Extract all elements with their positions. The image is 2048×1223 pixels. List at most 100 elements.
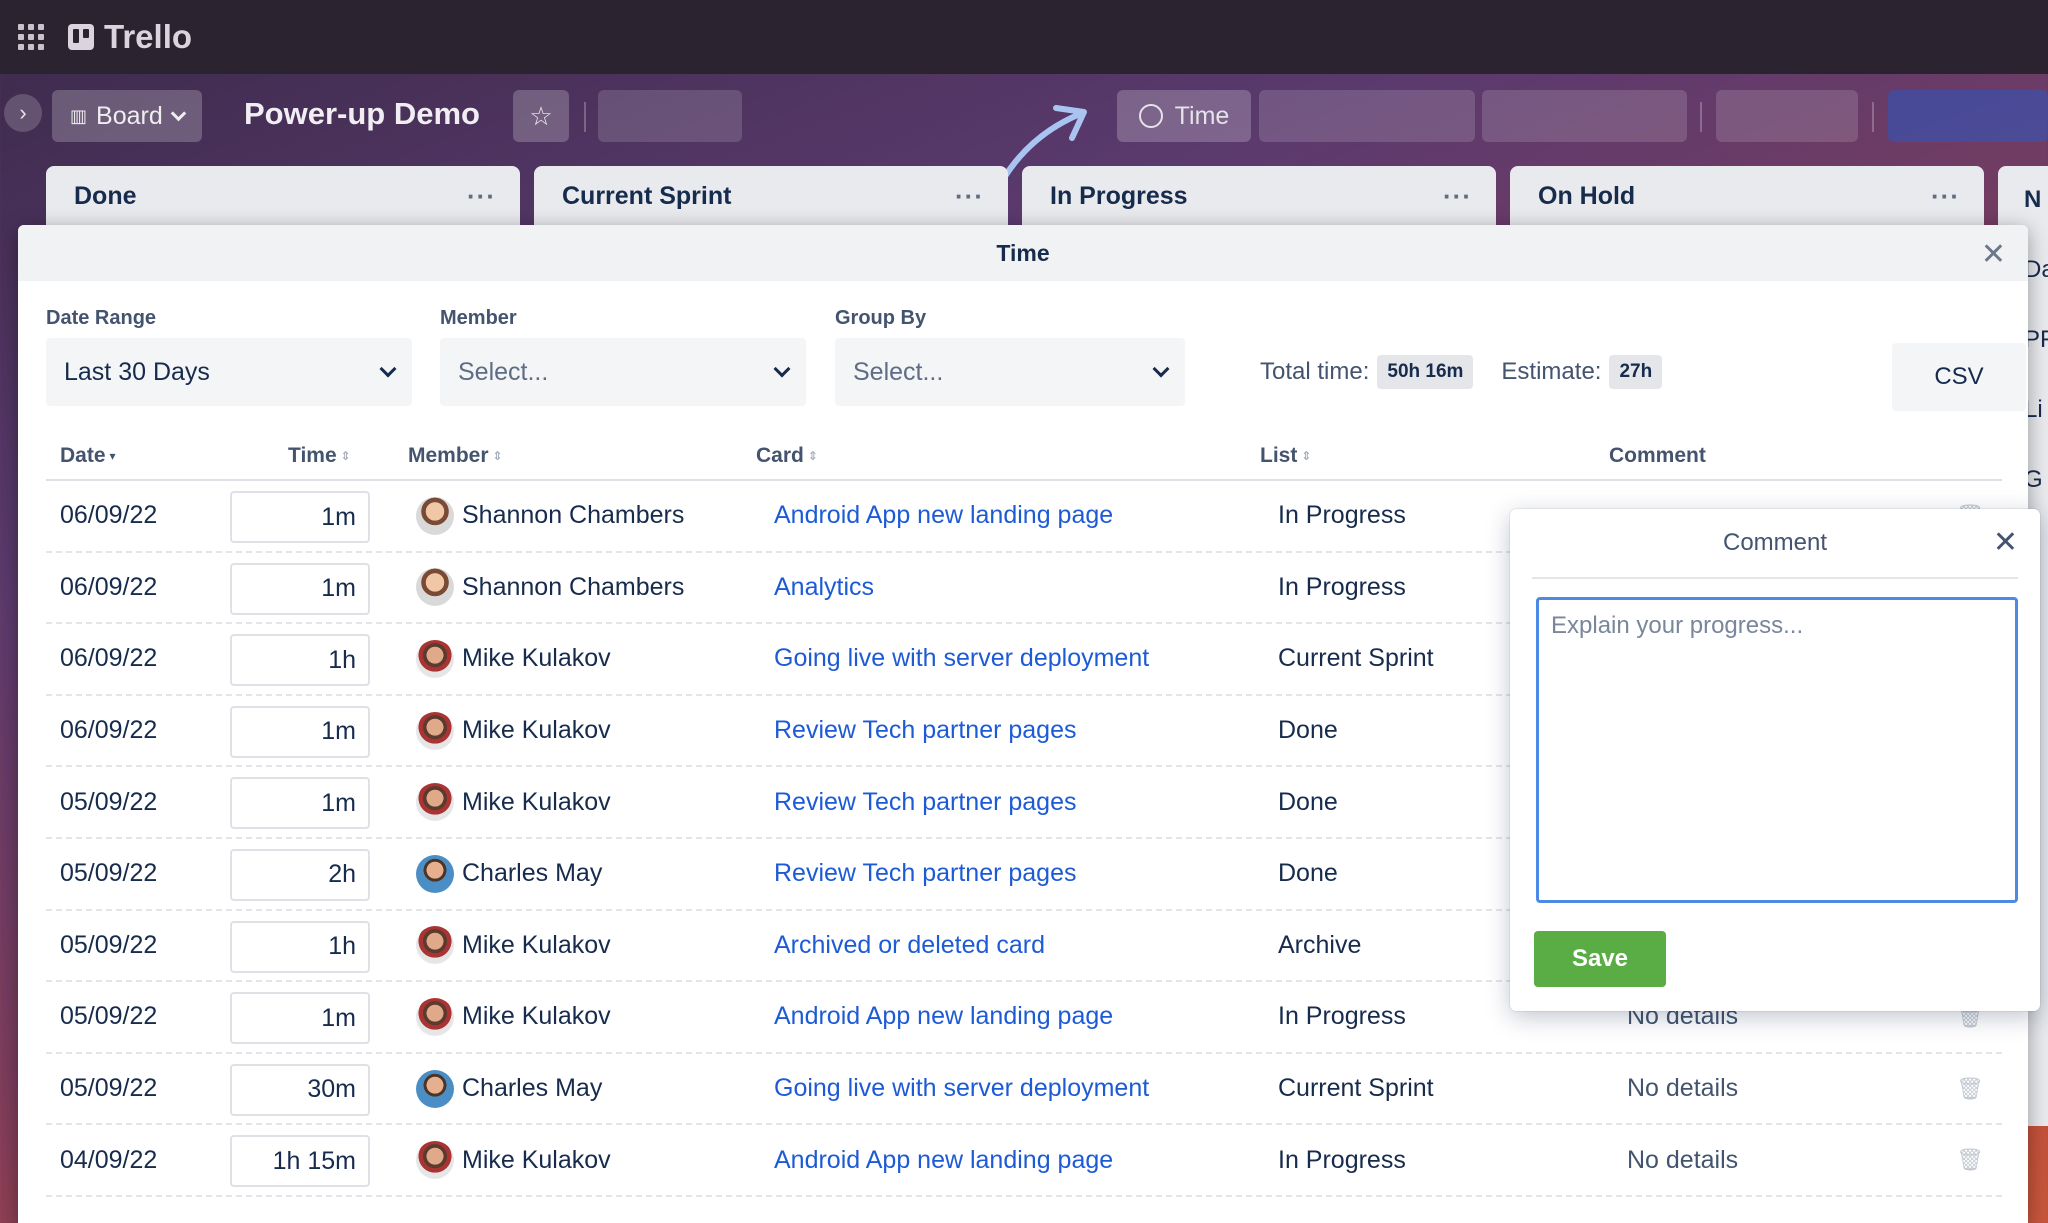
list-cell: Done bbox=[1278, 859, 1338, 888]
list-cell: Done bbox=[1278, 716, 1338, 745]
trello-logo-icon bbox=[68, 24, 94, 50]
avatar bbox=[416, 568, 454, 607]
header-button-placeholder[interactable] bbox=[1888, 90, 2048, 142]
card-link[interactable]: Review Tech partner pages bbox=[774, 839, 1077, 909]
column-card[interactable]: Card ⇕ bbox=[756, 444, 818, 468]
avatar bbox=[416, 711, 454, 750]
card-link[interactable]: Going live with server deployment bbox=[774, 1054, 1149, 1124]
time-input[interactable]: 1m bbox=[230, 705, 370, 758]
date-cell: 06/09/22 bbox=[60, 716, 158, 745]
comment-popover-header: Comment ✕ bbox=[1532, 509, 2018, 579]
list-cell: Current Sprint bbox=[1278, 1074, 1434, 1103]
csv-export-button[interactable]: CSV bbox=[1892, 343, 2026, 411]
chevron-down-icon bbox=[379, 360, 397, 378]
list-cell: In Progress bbox=[1278, 1002, 1406, 1031]
member-cell: Charles May bbox=[416, 839, 602, 909]
member-label: Member bbox=[440, 307, 517, 329]
avatar bbox=[416, 997, 454, 1036]
list-header-in-progress[interactable]: In Progress ··· bbox=[1022, 166, 1496, 226]
trash-icon[interactable]: 🗑 bbox=[1956, 1054, 1984, 1124]
time-input[interactable]: 1m bbox=[230, 777, 370, 830]
header-button-placeholder[interactable] bbox=[598, 90, 742, 142]
card-link[interactable]: Android App new landing page bbox=[774, 1125, 1113, 1195]
sort-icon: ⇕ bbox=[340, 449, 351, 463]
divider bbox=[1872, 102, 1874, 132]
comment-textarea[interactable] bbox=[1536, 597, 2018, 903]
date-cell: 06/09/22 bbox=[60, 644, 158, 673]
card-link[interactable]: Analytics bbox=[774, 553, 874, 623]
avatar bbox=[416, 854, 454, 893]
comment-cell[interactable]: No details bbox=[1627, 1054, 1738, 1124]
more-icon[interactable]: ··· bbox=[1443, 181, 1472, 212]
board-title[interactable]: Power-up Demo bbox=[244, 96, 480, 132]
column-date[interactable]: Date ▾ bbox=[60, 444, 116, 468]
divider bbox=[1700, 102, 1702, 132]
card-link[interactable]: Review Tech partner pages bbox=[774, 696, 1077, 766]
trash-icon[interactable]: 🗑 bbox=[1956, 1125, 1984, 1195]
close-icon[interactable]: ✕ bbox=[1981, 237, 2006, 272]
column-label: Time bbox=[288, 444, 337, 467]
list-header-on-hold[interactable]: On Hold ··· bbox=[1510, 166, 1984, 226]
app-switcher-icon[interactable] bbox=[18, 24, 44, 50]
more-icon[interactable]: ··· bbox=[467, 181, 496, 212]
time-input[interactable]: 1m bbox=[230, 992, 370, 1045]
member-cell: Mike Kulakov bbox=[416, 767, 611, 837]
group-by-select[interactable]: Select... bbox=[835, 338, 1185, 406]
card-link[interactable]: Android App new landing page bbox=[774, 481, 1113, 551]
date-range-filter: Date Range Last 30 Days bbox=[46, 307, 412, 406]
member-cell: Mike Kulakov bbox=[416, 624, 611, 694]
time-input[interactable]: 1h bbox=[230, 920, 370, 973]
date-cell: 04/09/22 bbox=[60, 1145, 158, 1174]
time-input[interactable]: 1h 15m bbox=[230, 1135, 370, 1188]
save-button[interactable]: Save bbox=[1534, 931, 1666, 987]
member-cell: Mike Kulakov bbox=[416, 982, 611, 1052]
app-header: Trello bbox=[0, 0, 2048, 74]
list-cell: Done bbox=[1278, 787, 1338, 816]
date-cell: 05/09/22 bbox=[60, 1002, 158, 1031]
date-range-select[interactable]: Last 30 Days bbox=[46, 338, 412, 406]
list-header-current-sprint[interactable]: Current Sprint ··· bbox=[534, 166, 1008, 226]
column-member[interactable]: Member ⇕ bbox=[408, 444, 503, 468]
time-input[interactable]: 2h bbox=[230, 848, 370, 901]
list-name: Current Sprint bbox=[562, 181, 732, 210]
chevron-down-icon bbox=[170, 105, 187, 121]
close-icon[interactable]: ✕ bbox=[1993, 525, 2018, 560]
time-input[interactable]: 30m bbox=[230, 1063, 370, 1116]
time-input[interactable]: 1m bbox=[230, 491, 370, 543]
list-header-done[interactable]: Done ··· bbox=[46, 166, 520, 226]
expand-sidebar-button[interactable]: › bbox=[4, 94, 42, 132]
column-list[interactable]: List ⇕ bbox=[1260, 444, 1311, 468]
member-name: Mike Kulakov bbox=[462, 787, 611, 816]
column-time[interactable]: Time ⇕ bbox=[288, 444, 351, 468]
star-board-button[interactable]: ☆ bbox=[513, 90, 569, 142]
member-select[interactable]: Select... bbox=[440, 338, 806, 406]
comment-cell[interactable]: No details bbox=[1627, 1125, 1738, 1195]
more-icon[interactable]: ··· bbox=[1931, 181, 1960, 212]
totals: Total time: 50h 16m Estimate: 27h bbox=[1260, 355, 1690, 389]
group-by-filter: Group By Select... bbox=[835, 307, 1185, 406]
time-powerup-button[interactable]: Time bbox=[1117, 90, 1251, 142]
header-button-placeholder[interactable] bbox=[1716, 90, 1858, 142]
header-button-placeholder[interactable] bbox=[1482, 90, 1687, 142]
card-link[interactable]: Android App new landing page bbox=[774, 982, 1113, 1052]
card-link[interactable]: Archived or deleted card bbox=[774, 911, 1045, 981]
card-link[interactable]: Review Tech partner pages bbox=[774, 767, 1077, 837]
table-row: 05/09/22 30m Charles May Going live with… bbox=[46, 1054, 2002, 1126]
header-button-placeholder[interactable] bbox=[1259, 90, 1475, 142]
card-link[interactable]: Going live with server deployment bbox=[774, 624, 1149, 694]
member-cell: Shannon Chambers bbox=[416, 553, 684, 623]
date-cell: 05/09/22 bbox=[60, 1074, 158, 1103]
column-label: Comment bbox=[1609, 444, 1706, 467]
date-cell: 06/09/22 bbox=[60, 572, 158, 601]
date-range-label: Date Range bbox=[46, 307, 157, 329]
more-icon[interactable]: ··· bbox=[955, 181, 984, 212]
time-input[interactable]: 1m bbox=[230, 562, 370, 615]
trello-logo[interactable]: Trello bbox=[68, 18, 192, 56]
sort-icon: ⇕ bbox=[1301, 449, 1312, 463]
list-cell: Archive bbox=[1278, 930, 1362, 959]
time-input[interactable]: 1h bbox=[230, 634, 370, 687]
chevron-down-icon bbox=[1152, 360, 1170, 378]
member-name: Charles May bbox=[462, 859, 603, 888]
board-view-switcher[interactable]: ▥ Board bbox=[52, 90, 202, 142]
divider bbox=[584, 102, 586, 132]
